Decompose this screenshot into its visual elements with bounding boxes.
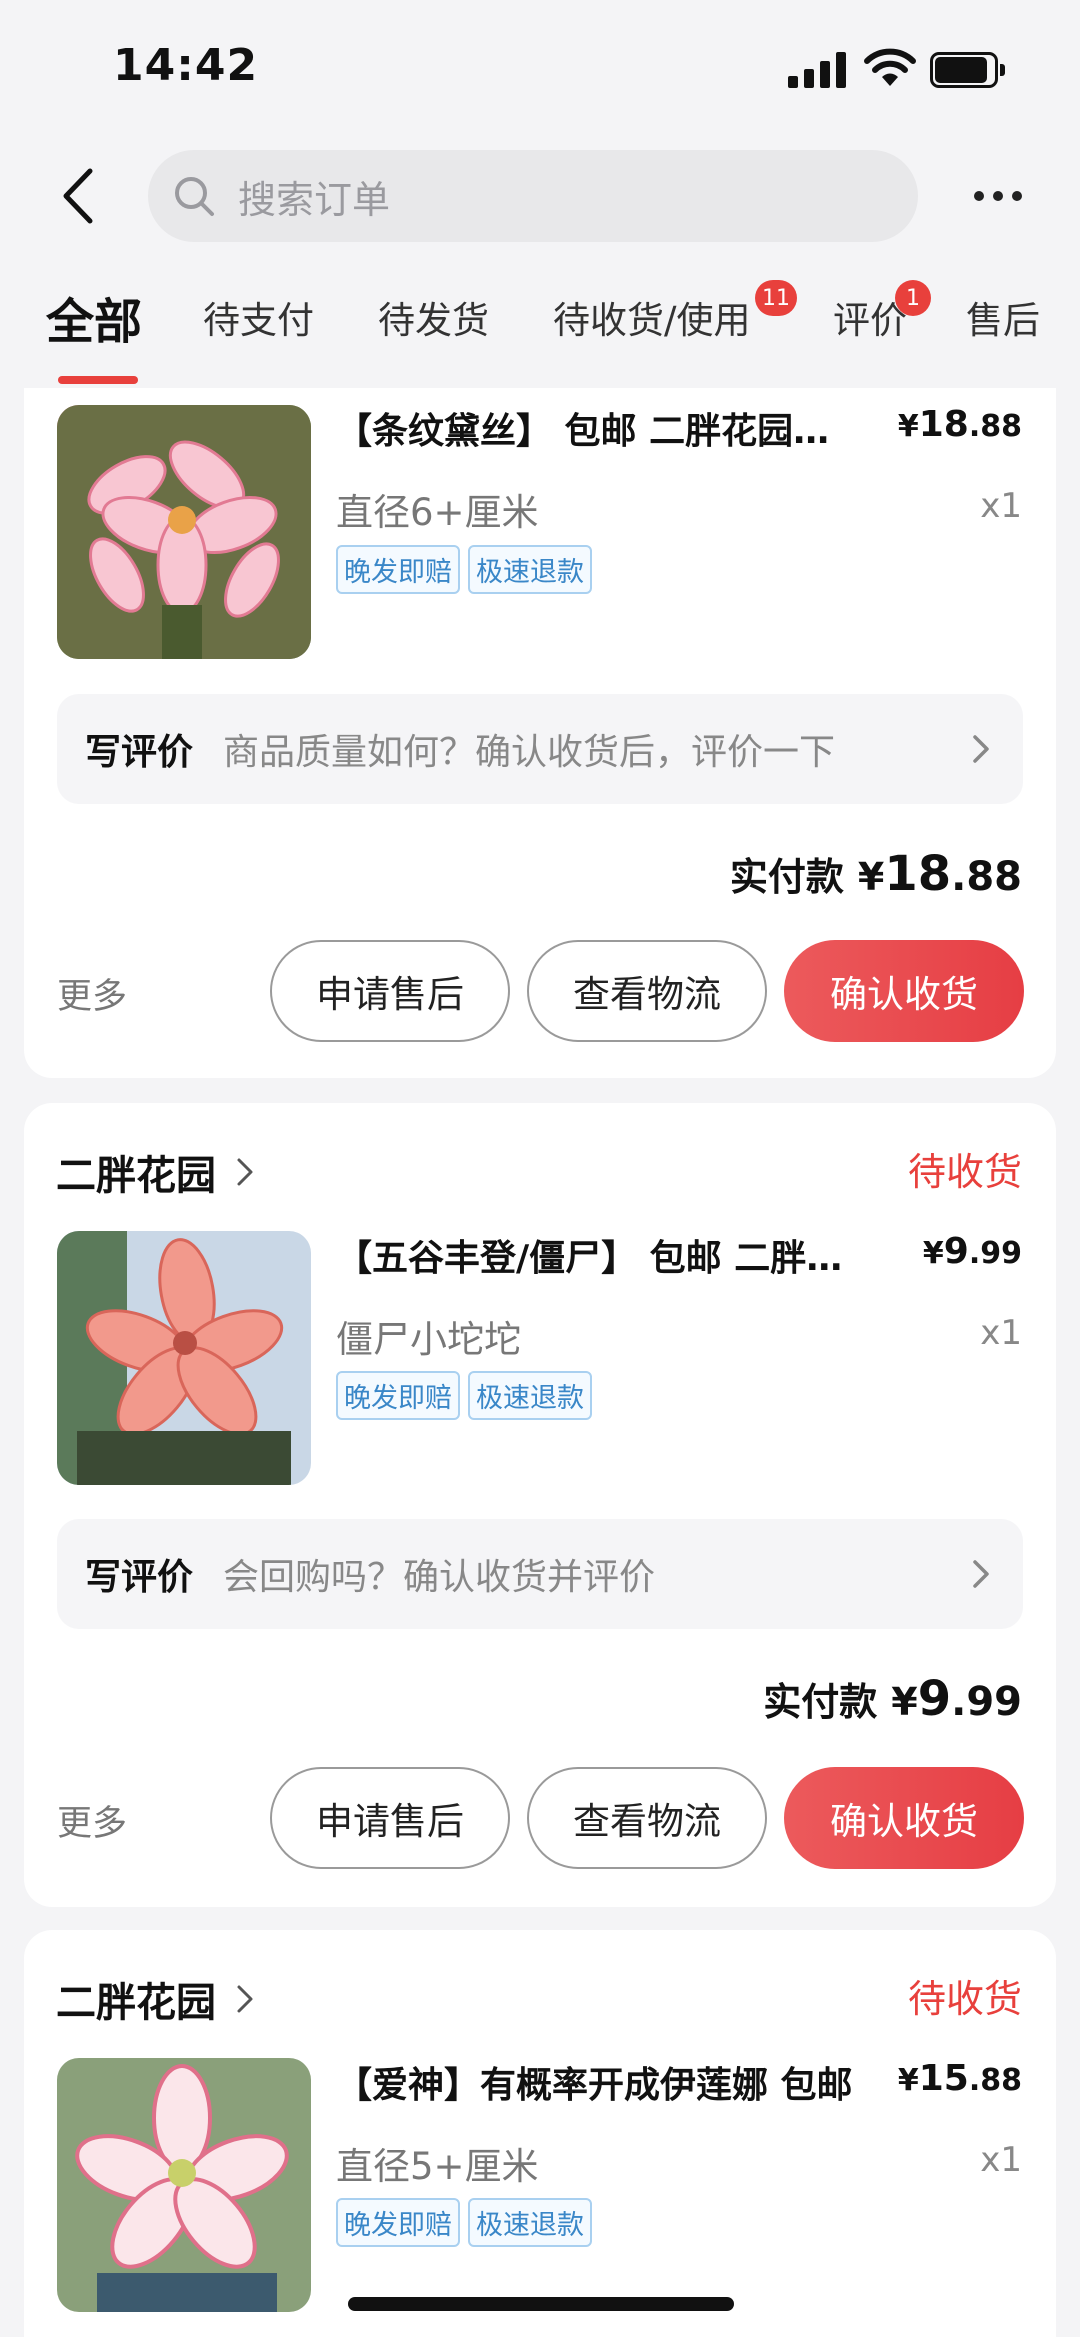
product-spec: 直径6+厘米 [336, 491, 539, 534]
tab-pending-shipment[interactable]: 待发货 [378, 290, 489, 344]
more-options-button[interactable] [968, 172, 1028, 220]
shop-link[interactable]: 二胖花园 [56, 1970, 256, 2028]
review-label: 写评价 [85, 1557, 194, 1598]
chevron-left-icon [63, 168, 93, 224]
order-card: 二胖花园 待收货 【爱神】有概率开成伊莲娜 包邮 ¥15.88 直径5+厘米 x… [24, 1930, 1056, 2337]
chevron-right-icon [973, 1560, 989, 1588]
active-tab-indicator [58, 376, 138, 384]
dot-icon [1012, 191, 1022, 201]
view-logistics-button[interactable]: 查看物流 [527, 940, 767, 1042]
dot-icon [974, 191, 984, 201]
paid-amount: 实付款 ¥18.88 [730, 846, 1022, 902]
tab-all[interactable]: 全部 [46, 282, 142, 352]
wifi-icon [864, 48, 916, 88]
tab-pending-payment[interactable]: 待支付 [203, 290, 314, 344]
service-tag: 极速退款 [468, 2198, 592, 2247]
order-status: 待收货 [907, 1150, 1022, 1194]
shop-name: 二胖花园 [56, 1153, 216, 1199]
write-review-bar[interactable]: 写评价 会回购吗？确认收货并评价 [57, 1519, 1023, 1629]
order-card: 二胖花园 待收货 【五谷丰登/僵尸】 包邮 二胖花园 ¥9.99 僵尸小坨坨 x… [24, 1103, 1056, 1907]
search-placeholder: 搜索订单 [238, 177, 391, 222]
product-price: ¥9.99 [922, 1231, 1022, 1272]
order-tabs: 全部 待支付 待发货 待收货/使用 11 评价 1 售后 [0, 280, 1080, 388]
write-review-bar[interactable]: 写评价 商品质量如何？确认收货后，评价一下 [57, 694, 1023, 804]
shop-link[interactable]: 二胖花园 [56, 1143, 256, 1201]
tab-pending-receipt[interactable]: 待收货/使用 [553, 290, 750, 344]
product-quantity: x1 [980, 486, 1022, 526]
flower-illustration [57, 2058, 311, 2312]
home-indicator[interactable] [348, 2297, 734, 2311]
dot-icon [993, 191, 1003, 201]
order-card: 【条纹黛丝】 包邮 二胖花园… ¥18.88 直径6+厘米 x1 晚发即赔 极速… [24, 330, 1056, 1078]
paid-value: ¥18.88 [857, 846, 1022, 902]
back-button[interactable] [48, 158, 108, 234]
product-spec: 直径5+厘米 [336, 2145, 539, 2188]
chevron-right-icon [973, 735, 989, 763]
search-row: 搜索订单 [0, 148, 1080, 244]
service-tag: 极速退款 [468, 545, 592, 594]
product-image[interactable] [57, 2058, 311, 2312]
review-hint: 会回购吗？确认收货并评价 [223, 1557, 656, 1598]
product-spec: 僵尸小坨坨 [336, 1318, 521, 1361]
service-tag: 晚发即赔 [336, 545, 460, 594]
more-actions-link[interactable]: 更多 [57, 1795, 127, 1846]
apply-after-sale-button[interactable]: 申请售后 [270, 1767, 510, 1869]
paid-value: ¥9.99 [891, 1671, 1022, 1727]
order-status: 待收货 [907, 1977, 1022, 2021]
product-title[interactable]: 【爱神】有概率开成伊莲娜 包邮 [336, 2056, 876, 2108]
product-price: ¥15.88 [897, 2058, 1022, 2099]
more-actions-link[interactable]: 更多 [57, 968, 127, 1019]
paid-amount: 实付款 ¥9.99 [763, 1671, 1022, 1727]
product-price: ¥18.88 [897, 404, 1022, 445]
apply-after-sale-button[interactable]: 申请售后 [270, 940, 510, 1042]
header: 14:42 搜索订单 全部 待支付 待发货 待收货/使用 11 评价 1 售后 [0, 0, 1080, 388]
product-quantity: x1 [980, 2140, 1022, 2180]
chevron-right-icon [237, 1158, 253, 1186]
paid-label: 实付款 [763, 1680, 878, 1724]
product-title[interactable]: 【条纹黛丝】 包邮 二胖花园… [336, 402, 876, 454]
status-time: 14:42 [113, 40, 259, 91]
cellular-signal-icon [788, 52, 848, 88]
product-image[interactable] [57, 405, 311, 659]
tab-badge-review: 1 [895, 280, 931, 316]
confirm-receipt-button[interactable]: 确认收货 [784, 940, 1024, 1042]
product-title[interactable]: 【五谷丰登/僵尸】 包邮 二胖花园 [336, 1229, 876, 1281]
search-input[interactable]: 搜索订单 [148, 150, 918, 242]
flower-illustration [57, 405, 311, 659]
service-tag: 晚发即赔 [336, 2198, 460, 2247]
shop-name: 二胖花园 [56, 1980, 216, 2026]
service-tags: 晚发即赔 极速退款 [336, 545, 592, 594]
search-icon [170, 172, 218, 220]
flower-illustration [57, 1231, 311, 1485]
service-tags: 晚发即赔 极速退款 [336, 2198, 592, 2247]
tab-after-sale[interactable]: 售后 [966, 290, 1040, 344]
battery-icon [930, 52, 1006, 88]
paid-label: 实付款 [729, 855, 844, 899]
product-image[interactable] [57, 1231, 311, 1485]
product-quantity: x1 [980, 1313, 1022, 1353]
tab-badge-pending-receipt: 11 [755, 280, 797, 316]
chevron-right-icon [237, 1985, 253, 2013]
service-tag: 极速退款 [468, 1371, 592, 1420]
review-label: 写评价 [85, 732, 194, 773]
view-logistics-button[interactable]: 查看物流 [527, 1767, 767, 1869]
confirm-receipt-button[interactable]: 确认收货 [784, 1767, 1024, 1869]
review-hint: 商品质量如何？确认收货后，评价一下 [223, 732, 836, 773]
service-tag: 晚发即赔 [336, 1371, 460, 1420]
status-bar: 14:42 [0, 0, 1080, 140]
service-tags: 晚发即赔 极速退款 [336, 1371, 592, 1420]
